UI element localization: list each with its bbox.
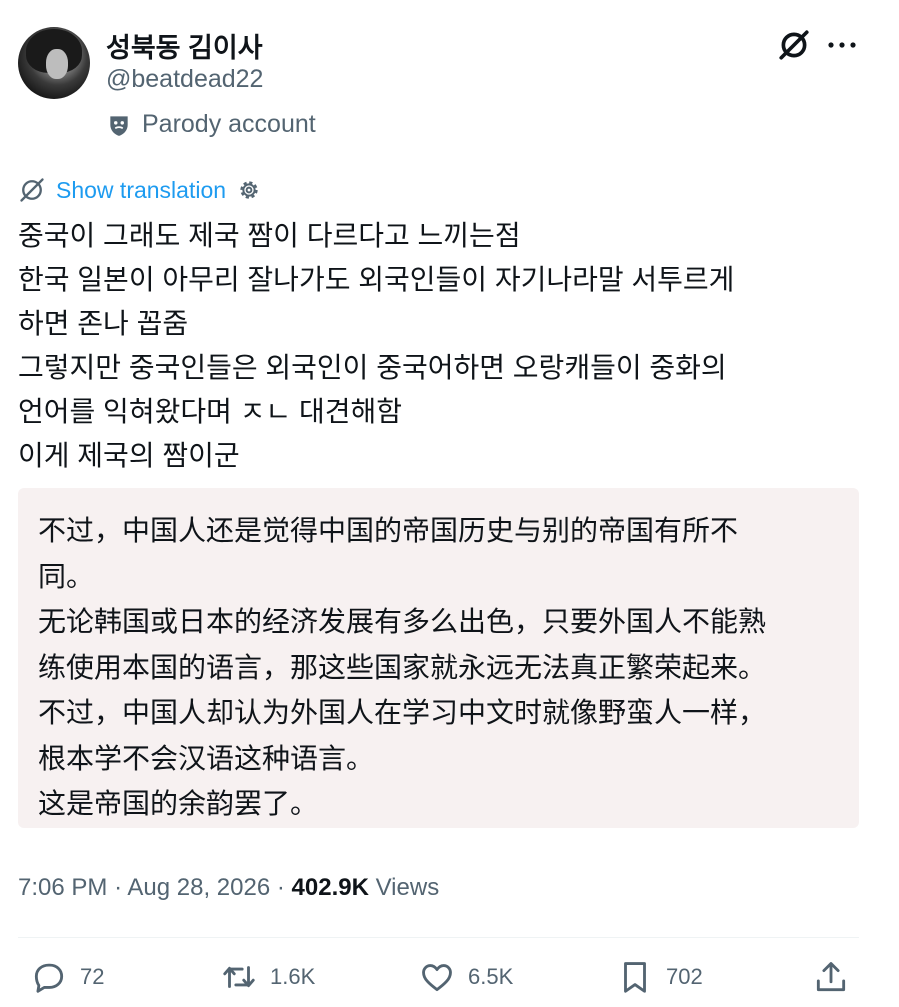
parody-label: Parody account bbox=[142, 110, 316, 138]
translation-line: 根本学不会汉语这种语言。 bbox=[38, 742, 375, 774]
bookmark-count: 702 bbox=[666, 964, 703, 989]
translation-line: 练使用本国的语言，那这些国家就永远无法真正繁荣起来。 bbox=[38, 651, 767, 683]
tweet-date[interactable]: Aug 28, 2026 bbox=[127, 874, 270, 901]
views-count: 402.9K bbox=[291, 874, 369, 901]
like-count: 6.5K bbox=[468, 964, 514, 989]
repost-count: 1.6K bbox=[270, 964, 316, 989]
grok-icon[interactable] bbox=[777, 28, 811, 62]
bookmark-icon bbox=[624, 962, 646, 993]
reply-button[interactable]: 72 bbox=[30, 958, 104, 996]
retweet-icon bbox=[223, 966, 255, 988]
repost-button[interactable]: 1.6K bbox=[220, 958, 315, 996]
like-button[interactable]: 6.5K bbox=[418, 958, 513, 996]
gear-icon[interactable] bbox=[236, 177, 262, 203]
tweet-text: 중국이 그래도 제국 짬이 다르다고 느끼는점 한국 일본이 아무리 잘나가도 … bbox=[18, 214, 858, 478]
views-label: Views bbox=[375, 874, 440, 901]
share-icon bbox=[816, 962, 846, 992]
show-translation[interactable]: Show translation bbox=[18, 176, 262, 204]
avatar[interactable] bbox=[18, 27, 90, 99]
tweet-time[interactable]: 7:06 PM bbox=[18, 874, 107, 901]
like-icon bbox=[422, 964, 452, 992]
avatar-face bbox=[46, 49, 68, 79]
translation-line: 不过，中国人还是觉得中国的帝国历史与别的帝国有所不 bbox=[38, 515, 739, 546]
reply-count: 72 bbox=[80, 964, 105, 989]
tweet-meta: 7:06 PM · Aug 28, 2026 · 402.9K Views bbox=[18, 874, 439, 902]
divider bbox=[18, 937, 859, 938]
tweet-line: 그렇지만 중국인들은 외국인이 중국어하면 오랑캐들이 중화의 bbox=[18, 352, 727, 383]
share-button[interactable] bbox=[812, 958, 850, 996]
show-translation-label[interactable]: Show translation bbox=[56, 177, 226, 204]
grok-icon bbox=[20, 178, 44, 202]
translation-line: 这是帝国的余韵罢了。 bbox=[38, 788, 319, 819]
tweet-line: 언어를 익혀왔다며 ㅈㄴ 대견해함 bbox=[18, 396, 402, 427]
tweet-line: 중국이 그래도 제국 짬이 다르다고 느끼는점 bbox=[18, 220, 521, 251]
reply-icon bbox=[34, 963, 64, 993]
translation-line: 不过，中国人却认为外国人在学习中文时就像野蛮人一样， bbox=[38, 697, 767, 728]
more-icon[interactable] bbox=[826, 36, 858, 54]
tweet-line: 한국 일본이 아무리 잘나가도 외국인들이 자기나라말 서투르게 bbox=[18, 264, 735, 295]
theater-mask-icon bbox=[110, 115, 128, 136]
parody-badge: Parody account bbox=[106, 110, 316, 139]
bookmark-button[interactable]: 702 bbox=[616, 958, 703, 996]
translation-line: 同。 bbox=[38, 560, 95, 592]
user-handle[interactable]: @beatdead22 bbox=[106, 65, 263, 94]
display-name[interactable]: 성북동 김이사 bbox=[106, 26, 263, 65]
translation-box: 不过，中国人还是觉得中国的帝国历史与别的帝国有所不 同。 无论韩国或日本的经济发… bbox=[18, 488, 859, 828]
meta-separator: · bbox=[114, 874, 123, 901]
tweet-line: 이게 제국의 짬이군 bbox=[18, 440, 240, 471]
translation-line: 无论韩国或日本的经济发展有多么出色，只要外国人不能熟 bbox=[38, 606, 767, 637]
tweet-line: 하면 존나 꼽줌 bbox=[18, 308, 189, 339]
meta-separator: · bbox=[276, 874, 285, 901]
